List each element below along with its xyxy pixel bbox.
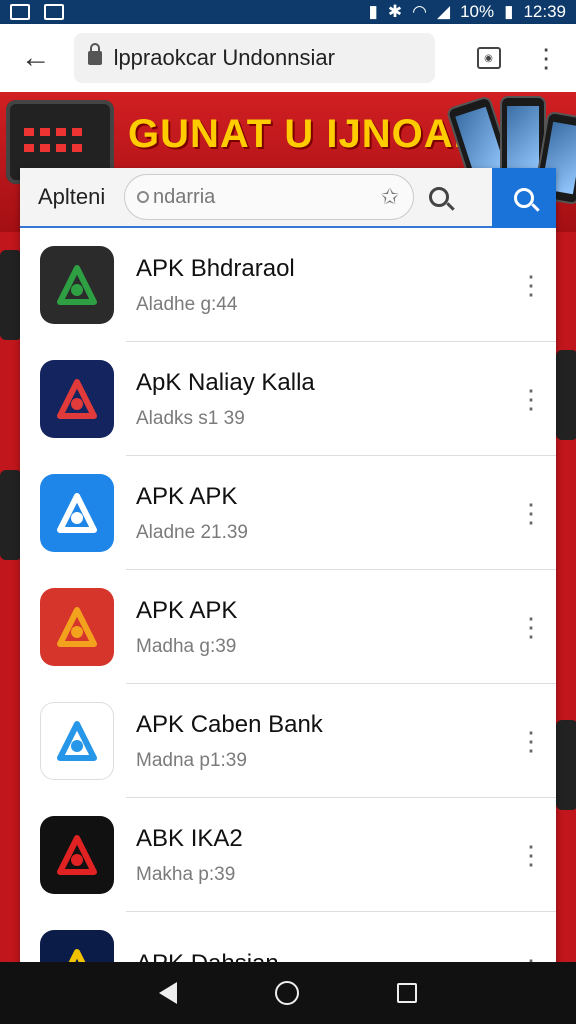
more-vertical-icon: ⋮: [518, 612, 544, 642]
search-icon: [514, 188, 534, 208]
app-subtitle: Makha p:39: [136, 864, 236, 885]
app-title: APK APK: [136, 483, 238, 510]
item-menu-button[interactable]: ⋮: [506, 840, 556, 870]
app-title: APK APK: [136, 597, 238, 624]
back-button[interactable]: ←: [10, 32, 62, 84]
more-vertical-icon: ⋮: [518, 498, 544, 528]
vibrate-icon: ▮: [368, 2, 378, 21]
list-item[interactable]: APK Caben Bank Madna p1:39 ⋮: [20, 684, 556, 798]
notification-icon: [10, 4, 30, 20]
navy-a-logo-icon: [40, 360, 114, 438]
lock-icon: [87, 43, 102, 65]
arrow-left-icon: ←: [20, 41, 51, 74]
search-query: ndarria: [153, 185, 216, 208]
app-list: APK Bhdraraol Aladhe g:44 ⋮ ApK Naliay Ka…: [20, 228, 556, 968]
more-vertical-icon: ⋮: [533, 42, 560, 73]
nav-back-button[interactable]: [159, 982, 177, 1004]
url-text: lppraokcar Undonnsiar: [113, 45, 335, 70]
red-pin-logo-icon: [40, 816, 114, 894]
signal-icon: ◢: [436, 2, 451, 21]
battery-icon: ▮: [504, 2, 514, 21]
app-subtitle: Aladne 21.39: [136, 522, 248, 543]
app-title: APK Caben Bank: [136, 711, 323, 738]
status-bar: ▮ ✱ ◠ ◢ 10% ▮ 12:39: [0, 0, 576, 24]
phone-decoration: [556, 350, 576, 440]
list-item[interactable]: APK Dahsian ⋮: [20, 912, 556, 968]
browser-toolbar: ← lppraokcar Undonnsiar ◉ ⋮: [0, 24, 576, 92]
search-icon: [429, 187, 449, 207]
blue-ring-logo-icon: [40, 702, 114, 780]
wifi-icon: ◠: [412, 2, 427, 21]
more-vertical-icon: ⋮: [518, 726, 544, 756]
search-submit-button[interactable]: [492, 168, 556, 228]
favorite-icon[interactable]: ✩: [381, 184, 399, 210]
list-item[interactable]: APK APK Aladne 21.39 ⋮: [20, 456, 556, 570]
blue-a-logo-icon: [40, 474, 114, 552]
apps-label: Aplteni: [38, 184, 106, 209]
app-title: ApK Naliay Kalla: [136, 369, 315, 396]
item-menu-button[interactable]: ⋮: [506, 612, 556, 642]
tab-icon: ◉: [476, 47, 501, 69]
search-bar: Aplteni ndarria ✩: [20, 168, 556, 228]
more-vertical-icon: ⋮: [518, 840, 544, 870]
image-icon: [44, 4, 64, 20]
overflow-menu-button[interactable]: ⋮: [526, 32, 566, 84]
tab-switcher-button[interactable]: ◉: [463, 32, 515, 84]
list-item[interactable]: ABK IKA2 Makha p:39 ⋮: [20, 798, 556, 912]
red-orange-logo-icon: [40, 588, 114, 666]
phone-decoration: [556, 720, 576, 810]
navigation-bar: [0, 962, 576, 1024]
search-small-icon: [137, 191, 149, 203]
bluetooth-icon: ✱: [387, 2, 403, 21]
item-menu-button[interactable]: ⋮: [506, 726, 556, 756]
app-title: ABK IKA2: [136, 825, 243, 852]
battery-percent: 10%: [460, 2, 495, 21]
nav-recents-button[interactable]: [397, 983, 417, 1003]
address-bar[interactable]: lppraokcar Undonnsiar: [73, 33, 435, 83]
clock: 12:39: [523, 2, 566, 21]
more-vertical-icon: ⋮: [518, 270, 544, 300]
nav-home-button[interactable]: [275, 981, 299, 1005]
more-vertical-icon: ⋮: [518, 384, 544, 414]
item-menu-button[interactable]: ⋮: [506, 384, 556, 414]
app-subtitle: Aladks s1 39: [136, 408, 245, 429]
app-subtitle: Madna p1:39: [136, 750, 247, 771]
phone-decoration: [0, 250, 22, 340]
search-input[interactable]: ndarria ✩: [124, 174, 414, 220]
list-item[interactable]: ApK Naliay Kalla Aladks s1 39 ⋮: [20, 342, 556, 456]
item-menu-button[interactable]: ⋮: [506, 498, 556, 528]
phone-decoration: [0, 470, 22, 560]
app-title: APK Bhdraraol: [136, 255, 295, 282]
search-button[interactable]: [414, 187, 464, 207]
list-item[interactable]: APK APK Madha g:39 ⋮: [20, 570, 556, 684]
app-subtitle: Aladhe g:44: [136, 294, 238, 315]
list-item[interactable]: APK Bhdraraol Aladhe g:44 ⋮: [20, 228, 556, 342]
item-menu-button[interactable]: ⋮: [506, 270, 556, 300]
app-list-panel: Aplteni ndarria ✩ APK Bhdraraol Aladhe g:…: [20, 168, 556, 968]
app-subtitle: Madha g:39: [136, 636, 237, 657]
triangle-logo-icon: [40, 246, 114, 324]
